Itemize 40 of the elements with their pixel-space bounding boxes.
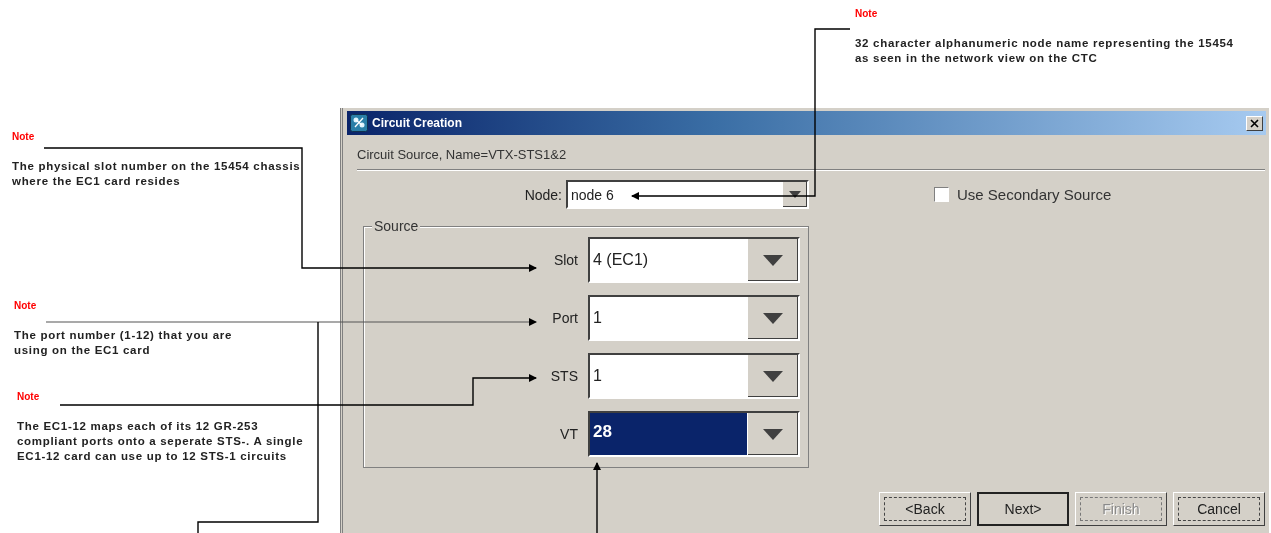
close-button[interactable] <box>1246 115 1263 131</box>
note-text: The EC1-12 maps each of its 12 GR-253 compliant ports onto a seperate STS-. A single EC1-12 card can use up to 12 STS-1 circuits <box>17 419 305 464</box>
checkbox[interactable] <box>934 187 949 202</box>
app-icon <box>350 114 368 132</box>
note-label: Note <box>14 300 38 311</box>
wizard-button[interactable]: Cancel <box>1173 492 1265 526</box>
field-label: VT <box>560 426 578 442</box>
note-text: The port number (1-12) that you are using on the EC1 card <box>14 328 234 358</box>
node-dropdown[interactable]: node 6 <box>566 180 809 209</box>
caret-icon <box>763 312 783 324</box>
checkbox-label: Use Secondary Source <box>957 186 1112 203</box>
field-label: STS <box>550 368 578 384</box>
caret-icon <box>763 254 783 266</box>
dropdown-field[interactable]: 1 <box>588 295 800 341</box>
note-label: Note <box>855 8 879 19</box>
note-label: Note <box>12 131 36 142</box>
dropdown-value: 4 (EC1) <box>592 250 650 270</box>
note-label: Note <box>17 391 41 402</box>
close-icon <box>1250 118 1259 128</box>
dropdown-field[interactable]: 1 <box>588 353 800 399</box>
dropdown-field[interactable]: 4 (EC1) <box>588 237 800 283</box>
leader-line <box>593 462 601 533</box>
node-value: node 6 <box>570 185 615 205</box>
dialog-subtitle: Circuit Source, Name=VTX-STS1&2 <box>357 135 1265 170</box>
caret-icon <box>763 428 783 440</box>
dropdown-field[interactable]: 28 <box>588 411 800 457</box>
wizard-button[interactable]: <Back <box>879 492 971 526</box>
field-label: Slot <box>553 252 578 268</box>
dropdown-value: 1 <box>592 308 603 328</box>
caret-icon <box>789 191 801 198</box>
caret-icon <box>763 370 783 382</box>
group-title: Source <box>372 218 421 234</box>
node-label: Node: <box>524 186 562 203</box>
wizard-button[interactable]: Next> <box>977 492 1069 526</box>
note-text: The physical slot number on the 15454 chassis where the EC1 card resides <box>12 159 302 189</box>
note-text: 32 character alphanumeric node name representing the 15454 as seen in the network view on the CTC <box>855 36 1235 66</box>
window-title: Circuit Creation <box>372 116 463 130</box>
dropdown-value: 28 <box>592 421 613 443</box>
field-label: Port <box>552 310 578 326</box>
dropdown-value: 1 <box>592 366 603 386</box>
